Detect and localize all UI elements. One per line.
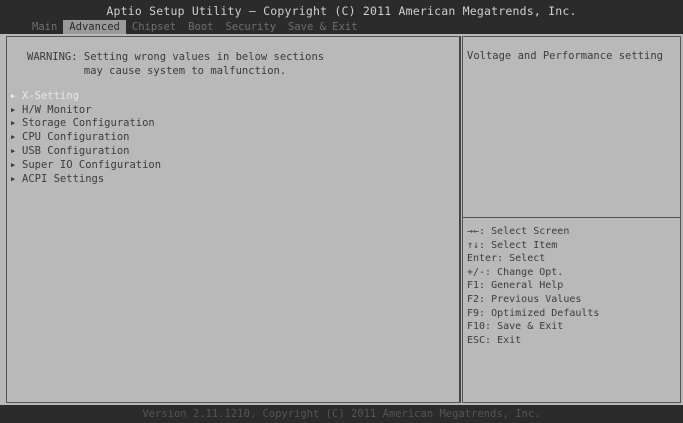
key-legend: →←: Select Screen ↑↓: Select Item Enter:… — [467, 225, 599, 347]
item-help-text: Voltage and Performance setting — [467, 50, 663, 62]
menu-item-label: X-Setting — [22, 89, 79, 102]
key-hint-select-item: ↑↓: Select Item — [467, 239, 558, 251]
version-text: Version 2.11.1210. Copyright (C) 2011 Am… — [142, 408, 541, 420]
menu-item-label: Storage Configuration — [22, 117, 155, 130]
menu-item-label: H/W Monitor — [22, 103, 92, 116]
tab-advanced[interactable]: Advanced — [63, 20, 126, 34]
tab-boot[interactable]: Boot — [182, 20, 219, 34]
menu-item-acpi-settings[interactable]: ▶ ACPI Settings — [11, 172, 161, 186]
submenu-arrow-icon: ▶ — [11, 147, 16, 156]
tab-bar: Main Advanced Chipset Boot Security Save… — [26, 20, 364, 34]
key-hint-change-opt: +/-: Change Opt. — [467, 266, 564, 278]
help-divider — [463, 217, 680, 218]
submenu-arrow-icon: ▶ — [11, 133, 16, 142]
footer-bar: Version 2.11.1210. Copyright (C) 2011 Am… — [0, 405, 683, 423]
submenu-arrow-icon: ▶ — [11, 105, 16, 114]
header-bar: Aptio Setup Utility – Copyright (C) 2011… — [0, 0, 683, 34]
menu-item-label: Super IO Configuration — [22, 158, 162, 171]
warning-line-2: may cause system to malfunction. — [27, 65, 287, 77]
main-panel: WARNING: Setting wrong values in below s… — [6, 36, 461, 403]
submenu-arrow-icon: ▶ — [11, 91, 16, 100]
settings-menu: ▶ X-Setting ▶ H/W Monitor ▶ Storage Conf… — [11, 89, 161, 186]
key-hint-save-exit: F10: Save & Exit — [467, 321, 564, 333]
menu-item-storage-configuration[interactable]: ▶ Storage Configuration — [11, 117, 161, 131]
warning-line-1: WARNING: Setting wrong values in below s… — [27, 51, 325, 63]
menu-item-label: USB Configuration — [22, 145, 130, 158]
key-hint-general-help: F1: General Help — [467, 280, 564, 292]
menu-item-cpu-configuration[interactable]: ▶ CPU Configuration — [11, 130, 161, 144]
submenu-arrow-icon: ▶ — [11, 119, 16, 128]
menu-item-label: ACPI Settings — [22, 172, 105, 185]
key-hint-enter: Enter: Select — [467, 253, 546, 265]
warning-text: WARNING: Setting wrong values in below s… — [27, 50, 324, 78]
key-hint-select-screen: →←: Select Screen — [467, 226, 570, 237]
tab-save-exit[interactable]: Save & Exit — [282, 20, 364, 34]
menu-item-x-setting[interactable]: ▶ X-Setting — [11, 89, 161, 103]
menu-item-hw-monitor[interactable]: ▶ H/W Monitor — [11, 103, 161, 117]
key-hint-optimized-defaults: F9: Optimized Defaults — [467, 307, 600, 319]
tab-main[interactable]: Main — [26, 20, 63, 34]
submenu-arrow-icon: ▶ — [11, 174, 16, 183]
menu-item-label: CPU Configuration — [22, 131, 130, 144]
key-hint-exit: ESC: Exit — [467, 334, 522, 346]
menu-item-usb-configuration[interactable]: ▶ USB Configuration — [11, 144, 161, 158]
submenu-arrow-icon: ▶ — [11, 160, 16, 169]
menu-item-super-io-configuration[interactable]: ▶ Super IO Configuration — [11, 158, 161, 172]
tab-security[interactable]: Security — [219, 20, 282, 34]
help-panel: Voltage and Performance setting →←: Sele… — [462, 36, 681, 403]
app-title: Aptio Setup Utility – Copyright (C) 2011… — [106, 4, 577, 18]
tab-chipset[interactable]: Chipset — [126, 20, 182, 34]
key-hint-previous-values: F2: Previous Values — [467, 293, 582, 305]
bios-screen: Aptio Setup Utility – Copyright (C) 2011… — [0, 0, 683, 423]
